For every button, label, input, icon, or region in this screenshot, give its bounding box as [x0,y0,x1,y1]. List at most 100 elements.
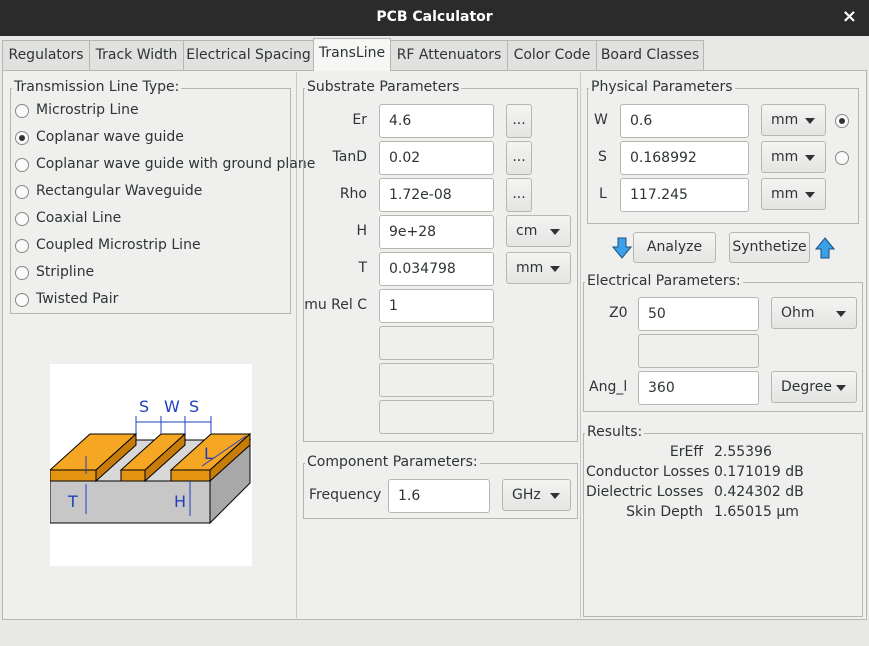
ang-l-unit-select[interactable]: Degree [771,371,857,403]
radio-coplanar[interactable] [15,131,29,145]
line-type-title: Transmission Line Type: [12,79,182,95]
column-separator [296,72,297,618]
chevron-down-icon [550,493,560,499]
radio-synth-s[interactable] [835,151,849,165]
radio-label[interactable]: Coplanar wave guide with ground plane [36,156,315,172]
result-label-dielectric-losses: Dielectric Losses [586,484,704,500]
frequency-unit-select[interactable]: GHz [502,479,571,511]
l-unit-select[interactable]: mm [761,178,826,210]
label-mu-rel-c: mu Rel C [304,297,367,313]
tab-rf-attenuators[interactable]: RF Attenuators [390,40,508,70]
chevron-down-icon [836,311,846,317]
label-z0: Z0 [609,305,628,321]
close-icon[interactable]: × [842,6,857,27]
empty-field [379,326,494,360]
radio-label[interactable]: Coupled Microstrip Line [36,237,201,253]
s-unit-select[interactable]: mm [761,141,826,173]
label-h: H [356,223,367,239]
synthetize-button[interactable]: Synthetize [729,232,810,263]
radio-rect-waveguide[interactable] [15,185,29,199]
dim-label-s: S [189,397,200,416]
radio-label[interactable]: Coplanar wave guide [36,129,184,145]
chevron-down-icon [805,192,815,198]
radio-label[interactable]: Stripline [36,264,94,280]
result-value-conductor-losses: 0.171019 dB [714,464,804,480]
chevron-down-icon [550,266,560,272]
tab-transline[interactable]: TransLine [313,38,391,71]
empty-field [379,400,494,434]
arrow-down-icon [611,237,633,259]
radio-coupled-microstrip[interactable] [15,239,29,253]
l-unit-value: mm [771,186,799,202]
radio-label[interactable]: Twisted Pair [36,291,118,307]
z0-unit-select[interactable]: Ohm [771,297,857,329]
empty-field [379,363,494,397]
tab-board-classes[interactable]: Board Classes [596,40,704,70]
dim-label-l: L [204,444,213,463]
tab-regulators[interactable]: Regulators [2,40,90,70]
window-title: PCB Calculator [376,9,493,25]
physical-title: Physical Parameters [589,79,735,95]
label-er: Er [352,112,367,128]
tand-input[interactable]: 0.02 [379,141,494,175]
analyze-button[interactable]: Analyze [633,232,716,263]
rho-input[interactable]: 1.72e-08 [379,178,494,212]
er-input[interactable]: 4.6 [379,104,494,138]
l-input[interactable]: 117.245 [620,178,749,212]
radio-label[interactable]: Rectangular Waveguide [36,183,202,199]
result-label-skin-depth: Skin Depth [626,504,703,520]
column-separator [580,72,581,618]
t-unit-select[interactable]: mm [506,252,571,284]
w-input[interactable]: 0.6 [620,104,749,138]
electrical-title: Electrical Parameters: [585,273,743,289]
substrate-title: Substrate Parameters [305,79,462,95]
z0-input[interactable]: 50 [638,297,759,331]
radio-coplanar-ground[interactable] [15,158,29,172]
radio-coaxial[interactable] [15,212,29,226]
radio-stripline[interactable] [15,266,29,280]
s-unit-value: mm [771,149,799,165]
frequency-input[interactable]: 1.6 [388,479,490,513]
radio-synth-w[interactable] [835,114,849,128]
ang-l-input[interactable]: 360 [638,371,759,405]
mu-rel-c-input[interactable]: 1 [379,289,494,323]
label-s: S [598,149,607,165]
chevron-down-icon [805,155,815,161]
er-select-button[interactable]: ... [506,104,532,138]
arrow-up-icon [814,237,836,259]
z0-unit-value: Ohm [781,305,815,321]
chevron-down-icon [550,229,560,235]
chevron-down-icon [836,385,846,391]
h-unit-value: cm [516,223,538,239]
rho-select-button[interactable]: ... [506,178,532,212]
w-unit-select[interactable]: mm [761,104,826,136]
t-input[interactable]: 0.034798 [379,252,494,286]
empty-field [638,334,759,368]
label-rho: Rho [339,186,367,202]
result-value-dielectric-losses: 0.424302 dB [714,484,804,500]
radio-label[interactable]: Microstrip Line [36,102,139,118]
h-input[interactable]: 9e+28 [379,215,494,249]
label-tand: TanD [332,149,367,165]
result-label-ereff: ErEff [669,444,703,460]
component-title: Component Parameters: [305,454,480,470]
title-bar: PCB Calculator × [0,0,869,36]
radio-twisted-pair[interactable] [15,293,29,307]
t-unit-value: mm [516,260,544,276]
tab-track-width[interactable]: Track Width [89,40,184,70]
tand-select-button[interactable]: ... [506,141,532,175]
tab-electrical-spacing[interactable]: Electrical Spacing [183,40,314,70]
label-l: L [599,186,607,202]
tab-color-code[interactable]: Color Code [507,40,597,70]
radio-microstrip[interactable] [15,104,29,118]
label-ang-l: Ang_l [589,379,628,395]
s-input[interactable]: 0.168992 [620,141,749,175]
frequency-unit-value: GHz [512,487,541,503]
w-unit-value: mm [771,112,799,128]
line-type-group [10,88,291,314]
dim-label-w: W [164,397,180,416]
coplanar-diagram: S W S L T H [48,364,252,566]
radio-label[interactable]: Coaxial Line [36,210,121,226]
result-value-ereff: 2.55396 [714,444,772,460]
h-unit-select[interactable]: cm [506,215,571,247]
